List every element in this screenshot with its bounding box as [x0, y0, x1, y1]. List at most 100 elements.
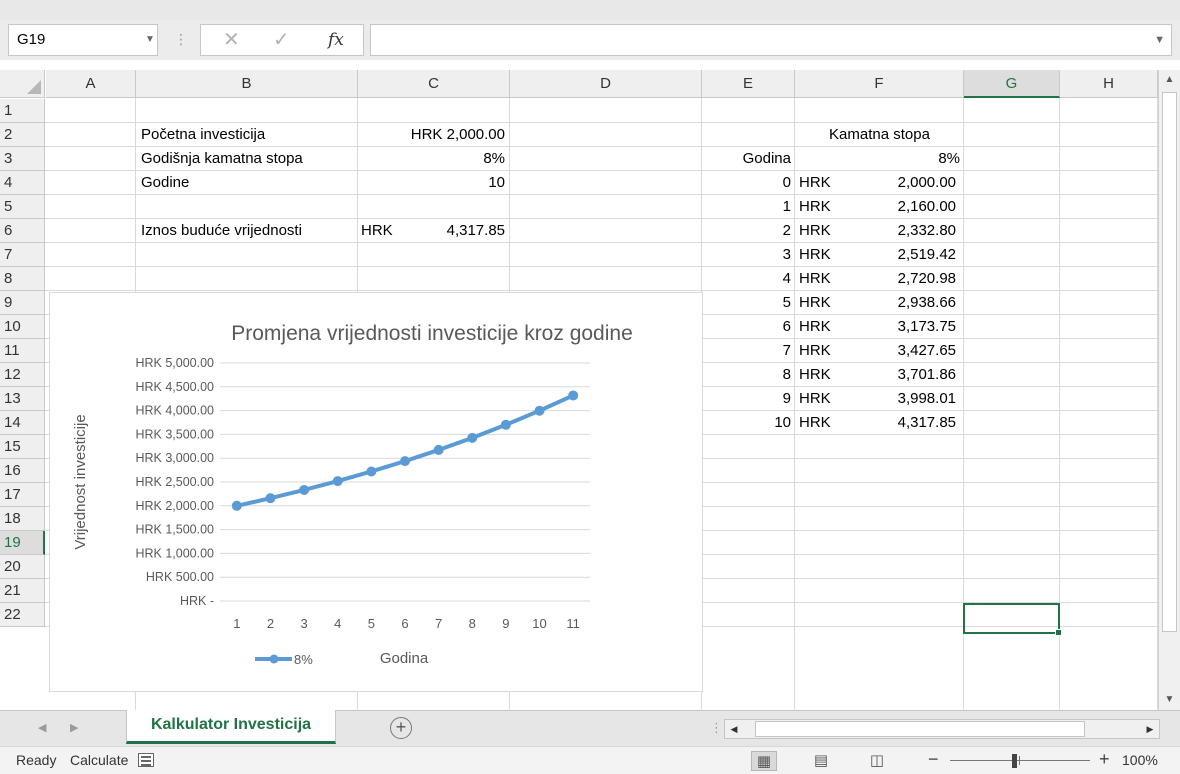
column-header-a[interactable]: A	[46, 70, 136, 98]
normal-view-icon[interactable]: ▦	[751, 751, 777, 771]
cell-b4[interactable]: Godine	[137, 171, 357, 195]
cell-e3[interactable]: Godina	[702, 147, 795, 171]
scroll-down-icon[interactable]: ▼	[1159, 690, 1180, 710]
table-year-cell[interactable]: 1	[702, 195, 795, 219]
tab-split-grip-icon[interactable]: ⋮	[710, 721, 723, 734]
zoom-in-icon[interactable]: +	[1099, 747, 1110, 774]
column-header-e[interactable]: E	[702, 70, 795, 98]
table-value-cell[interactable]: HRK 2,332.80	[795, 219, 964, 243]
row-header-3[interactable]: 3	[0, 147, 45, 171]
scroll-right-icon[interactable]: ▶	[1141, 720, 1159, 738]
add-sheet-icon[interactable]: +	[390, 717, 412, 739]
table-year-cell[interactable]: 10	[702, 411, 795, 435]
tab-prev-icon[interactable]: ◀	[38, 711, 46, 745]
table-value-cell[interactable]: HRK 2,938.66	[795, 291, 964, 315]
row-header-7[interactable]: 7	[0, 243, 45, 267]
row-header-16[interactable]: 16	[0, 459, 45, 483]
row-header-22[interactable]: 22	[0, 603, 45, 627]
cell-f2[interactable]: Kamatna stopa	[795, 123, 964, 147]
column-header-b[interactable]: B	[136, 70, 358, 98]
table-year-cell[interactable]: 5	[702, 291, 795, 315]
fill-handle[interactable]	[1055, 629, 1062, 636]
table-value-cell[interactable]: HRK 3,173.75	[795, 315, 964, 339]
row-header-11[interactable]: 11	[0, 339, 45, 363]
tab-next-icon[interactable]: ▶	[70, 711, 78, 745]
row-header-4[interactable]: 4	[0, 171, 45, 195]
column-header-c[interactable]: C	[358, 70, 510, 98]
table-value-cell[interactable]: HRK 3,998.01	[795, 387, 964, 411]
zoom-level[interactable]: 100%	[1122, 747, 1158, 774]
legend-label: 8%	[294, 652, 313, 667]
status-calculate[interactable]: Calculate	[70, 747, 128, 774]
row-header-10[interactable]: 10	[0, 315, 45, 339]
expand-formula-bar-icon[interactable]: ▼	[1154, 25, 1165, 55]
row-header-8[interactable]: 8	[0, 267, 45, 291]
zoom-slider-thumb[interactable]	[1012, 754, 1017, 768]
status-ready: Ready	[16, 752, 57, 768]
select-all-button[interactable]	[0, 70, 45, 98]
table-year-cell[interactable]: 6	[702, 315, 795, 339]
formula-input[interactable]: ▼	[370, 24, 1172, 56]
cell-c2[interactable]: HRK 2,000.00	[357, 123, 509, 147]
table-year-cell[interactable]: 7	[702, 339, 795, 363]
page-break-view-icon[interactable]: ◫	[864, 751, 890, 771]
name-box[interactable]: G19 ▼	[8, 24, 158, 56]
column-header-h[interactable]: H	[1060, 70, 1158, 98]
table-value-cell[interactable]: HRK 2,000.00	[795, 171, 964, 195]
formula-buttons: ✕ ✓ fx	[200, 24, 364, 56]
selected-cell-g19[interactable]	[963, 603, 1060, 634]
row-header-14[interactable]: 14	[0, 411, 45, 435]
column-header-f[interactable]: F	[795, 70, 964, 98]
row-header-21[interactable]: 21	[0, 579, 45, 603]
cell-c3[interactable]: 8%	[357, 147, 509, 171]
column-header-d[interactable]: D	[510, 70, 702, 98]
row-header-12[interactable]: 12	[0, 363, 45, 387]
cancel-icon[interactable]: ✕	[223, 25, 240, 55]
cell-c4[interactable]: 10	[357, 171, 509, 195]
horizontal-scroll-thumb[interactable]	[755, 721, 1085, 737]
zoom-out-icon[interactable]: −	[928, 747, 939, 774]
row-header-5[interactable]: 5	[0, 195, 45, 219]
horizontal-scrollbar[interactable]: ◀ ▶	[724, 719, 1160, 739]
table-year-cell[interactable]: 8	[702, 363, 795, 387]
vertical-scrollbar[interactable]: ▲ ▼	[1158, 70, 1180, 710]
vertical-scroll-thumb[interactable]	[1162, 92, 1177, 632]
cell-b3[interactable]: Godišnja kamatna stopa	[137, 147, 357, 171]
enter-check-icon[interactable]: ✓	[273, 25, 290, 55]
row-header-6[interactable]: 6	[0, 219, 45, 243]
row-header-2[interactable]: 2	[0, 123, 45, 147]
table-year-cell[interactable]: 4	[702, 267, 795, 291]
cell-b2[interactable]: Početna investicija	[137, 123, 357, 147]
table-value-cell[interactable]: HRK 2,519.42	[795, 243, 964, 267]
table-year-cell[interactable]: 3	[702, 243, 795, 267]
scroll-left-icon[interactable]: ◀	[725, 720, 743, 738]
table-value-cell[interactable]: HRK 2,720.98	[795, 267, 964, 291]
scroll-up-icon[interactable]: ▲	[1159, 70, 1180, 90]
insert-function-icon[interactable]: fx	[328, 25, 344, 55]
column-header-g[interactable]: G	[964, 70, 1060, 98]
row-header-18[interactable]: 18	[0, 507, 45, 531]
table-value-cell[interactable]: HRK 3,701.86	[795, 363, 964, 387]
page-layout-view-icon[interactable]: ▤	[808, 751, 834, 771]
chevron-down-icon[interactable]: ▼	[145, 25, 155, 55]
line-chart[interactable]: Promjena vrijednosti investicije kroz go…	[49, 292, 703, 692]
sheet-tab-kalkulator[interactable]: Kalkulator Investicija	[126, 710, 336, 744]
row-header-15[interactable]: 15	[0, 435, 45, 459]
cell-f3[interactable]: 8%	[795, 147, 964, 171]
row-header-9[interactable]: 9	[0, 291, 45, 315]
cell-b6[interactable]: Iznos buduće vrijednosti	[137, 219, 357, 243]
table-value-cell[interactable]: HRK 4,317.85	[795, 411, 964, 435]
table-year-cell[interactable]: 9	[702, 387, 795, 411]
table-year-cell[interactable]: 0	[702, 171, 795, 195]
cell-c6[interactable]: HRK 4,317.85	[357, 219, 509, 243]
row-header-20[interactable]: 20	[0, 555, 45, 579]
table-value-cell[interactable]: HRK 2,160.00	[795, 195, 964, 219]
table-value-cell[interactable]: HRK 3,427.65	[795, 339, 964, 363]
table-year-cell[interactable]: 2	[702, 219, 795, 243]
macro-recording-icon[interactable]	[138, 753, 154, 767]
row-header-13[interactable]: 13	[0, 387, 45, 411]
row-header-1[interactable]: 1	[0, 99, 45, 123]
row-header-17[interactable]: 17	[0, 483, 45, 507]
row-header-19[interactable]: 19	[0, 531, 45, 555]
zoom-slider-track[interactable]	[950, 760, 1090, 761]
